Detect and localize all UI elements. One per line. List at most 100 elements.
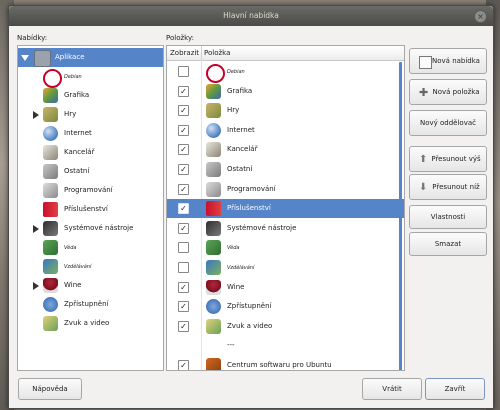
new-separator-label: Nový oddělovač	[419, 119, 476, 127]
list-item-label: Zvuk a video	[227, 321, 273, 330]
tree-item[interactable]: Zpřístupnění	[18, 295, 163, 314]
show-checkbox[interactable]: ✓	[178, 222, 189, 234]
debian-swirl-icon	[206, 64, 225, 83]
tree-item[interactable]: Debian	[18, 67, 163, 88]
column-header-show[interactable]: Zobrazit	[170, 49, 199, 57]
tree-item[interactable]: Zvuk a video	[18, 314, 163, 333]
expander-closed-icon[interactable]	[33, 282, 39, 290]
list-row[interactable]: ✓ Centrum softwaru pro Ubuntu	[167, 356, 404, 370]
show-checkbox[interactable]: ✓	[178, 124, 189, 136]
list-row[interactable]: ✓ Systémové nástroje	[167, 219, 404, 238]
column-header-item[interactable]: Položka	[204, 49, 230, 57]
list-item-label: Systémové nástroje	[227, 223, 297, 232]
show-checkbox[interactable]: ✓	[178, 320, 189, 332]
list-row[interactable]: ✓ Wine	[167, 278, 404, 297]
list-item-label: Příslušenství	[227, 204, 271, 213]
multimedia-icon	[43, 316, 58, 331]
list-row[interactable]: ✓ Programování	[167, 180, 404, 199]
tree-item[interactable]: Internet	[18, 124, 163, 143]
close-icon[interactable]: ×	[474, 10, 487, 23]
revert-button[interactable]: Vrátit	[362, 378, 422, 400]
accessories-icon	[43, 202, 58, 217]
science-icon	[206, 240, 221, 256]
new-item-button[interactable]: ✚ Nová položka	[409, 79, 487, 105]
show-checkbox[interactable]: ✓	[178, 144, 189, 156]
title-bar: Hlavní nabídka ×	[9, 6, 493, 26]
tree-item[interactable]: Systémové nástroje	[18, 219, 163, 238]
show-checkbox[interactable]: ✓	[178, 281, 189, 293]
show-checkbox[interactable]	[178, 262, 189, 273]
tree-item-label: Aplikace	[55, 53, 85, 61]
tree-item-label: Programování	[64, 186, 113, 194]
list-row[interactable]: ✓ Ostatní	[167, 160, 404, 179]
programming-icon	[206, 181, 221, 197]
move-down-button[interactable]: ⬇ Přesunout níž	[409, 174, 487, 200]
list-row[interactable]: ✓ Kancelář	[167, 140, 404, 159]
tree-item-label: Systémové nástroje	[64, 224, 134, 232]
other-icon	[43, 164, 58, 179]
help-button[interactable]: Nápověda	[18, 378, 82, 400]
list-row[interactable]: ---	[167, 336, 404, 355]
tree-item[interactable]: Aplikace	[18, 48, 163, 67]
list-row[interactable]: ✓ Grafika	[167, 82, 404, 101]
show-checkbox[interactable]	[178, 66, 189, 77]
list-row[interactable]: Věda	[167, 238, 404, 257]
tree-item[interactable]: Programování	[18, 181, 163, 200]
list-row[interactable]: ✓ Příslušenství	[167, 199, 404, 219]
main-menu-dialog: Hlavní nabídka × Nabídky: Položky: Aplik…	[8, 5, 494, 409]
tree-item[interactable]: Kancelář	[18, 143, 163, 162]
items-list[interactable]: Zobrazit Položka Debian ✓ Grafika ✓ Hry ✓ Inte…	[166, 45, 405, 371]
revert-label: Vrátit	[382, 385, 402, 393]
tree-item[interactable]: Grafika	[18, 86, 163, 105]
other-icon	[206, 162, 221, 177]
tree-item[interactable]: Hry	[18, 105, 163, 124]
move-up-button[interactable]: ⬆ Přesunout výš	[409, 146, 487, 172]
show-checkbox[interactable]: ✓	[178, 183, 189, 195]
list-item-label: Zpřístupnění	[227, 302, 272, 311]
games-icon	[206, 103, 221, 119]
delete-button[interactable]: Smazat	[409, 232, 487, 256]
tree-item-label: Grafika	[64, 91, 90, 99]
expander-open-icon[interactable]	[21, 55, 29, 61]
delete-label: Smazat	[434, 240, 462, 248]
software-center-icon	[206, 358, 221, 370]
new-item-label: Nová položka	[432, 88, 480, 96]
close-button[interactable]: Zavřít	[425, 378, 485, 400]
accessories-icon	[206, 201, 221, 217]
tree-item[interactable]: Vzdělávání	[18, 257, 163, 276]
tree-item[interactable]: Wine	[18, 276, 163, 295]
show-checkbox[interactable]: ✓	[178, 85, 189, 97]
menu-tree[interactable]: Aplikace Debian Grafika Hry Internet Kancelář…	[17, 45, 164, 371]
list-row[interactable]: ✓ Hry	[167, 101, 404, 120]
tree-item[interactable]: Ostatní	[18, 162, 163, 181]
wine-glass-icon	[206, 279, 221, 295]
show-checkbox[interactable]: ✓	[178, 360, 189, 370]
list-item-label: Centrum softwaru pro Ubuntu	[227, 361, 332, 369]
tree-item[interactable]: Příslušenství	[18, 200, 163, 219]
new-separator-button[interactable]: Nový oddělovač	[409, 110, 487, 136]
list-item-label: Vzdělávání	[227, 265, 255, 271]
show-checkbox[interactable]: ✓	[178, 105, 189, 117]
show-checkbox[interactable]: ✓	[178, 203, 189, 215]
window-title: Hlavní nabídka	[223, 11, 279, 20]
properties-button[interactable]: Vlastnosti	[409, 205, 487, 229]
list-row[interactable]: ✓ Internet	[167, 121, 404, 140]
tree-item-label: Wine	[64, 281, 82, 289]
show-checkbox[interactable]: ✓	[178, 301, 189, 313]
tree-item[interactable]: Věda	[18, 238, 163, 257]
expander-closed-icon[interactable]	[33, 225, 39, 233]
list-row[interactable]: ✓ Zvuk a video	[167, 317, 404, 336]
close-label: Zavřít	[444, 385, 466, 393]
new-menu-button[interactable]: Nová nabídka	[409, 48, 487, 74]
list-row[interactable]: Debian	[167, 62, 404, 83]
expander-closed-icon[interactable]	[33, 111, 39, 119]
graphics-icon	[206, 83, 221, 99]
list-row[interactable]: Vzdělávání	[167, 258, 404, 277]
list-item-label: Kancelář	[227, 145, 258, 154]
science-icon	[43, 240, 58, 255]
show-checkbox[interactable]: ✓	[178, 164, 189, 175]
list-row[interactable]: ✓ Zpřístupnění	[167, 297, 404, 316]
tree-item-label: Internet	[64, 129, 92, 137]
show-checkbox[interactable]	[178, 242, 189, 254]
tree-item-label: Vzdělávání	[64, 264, 92, 270]
